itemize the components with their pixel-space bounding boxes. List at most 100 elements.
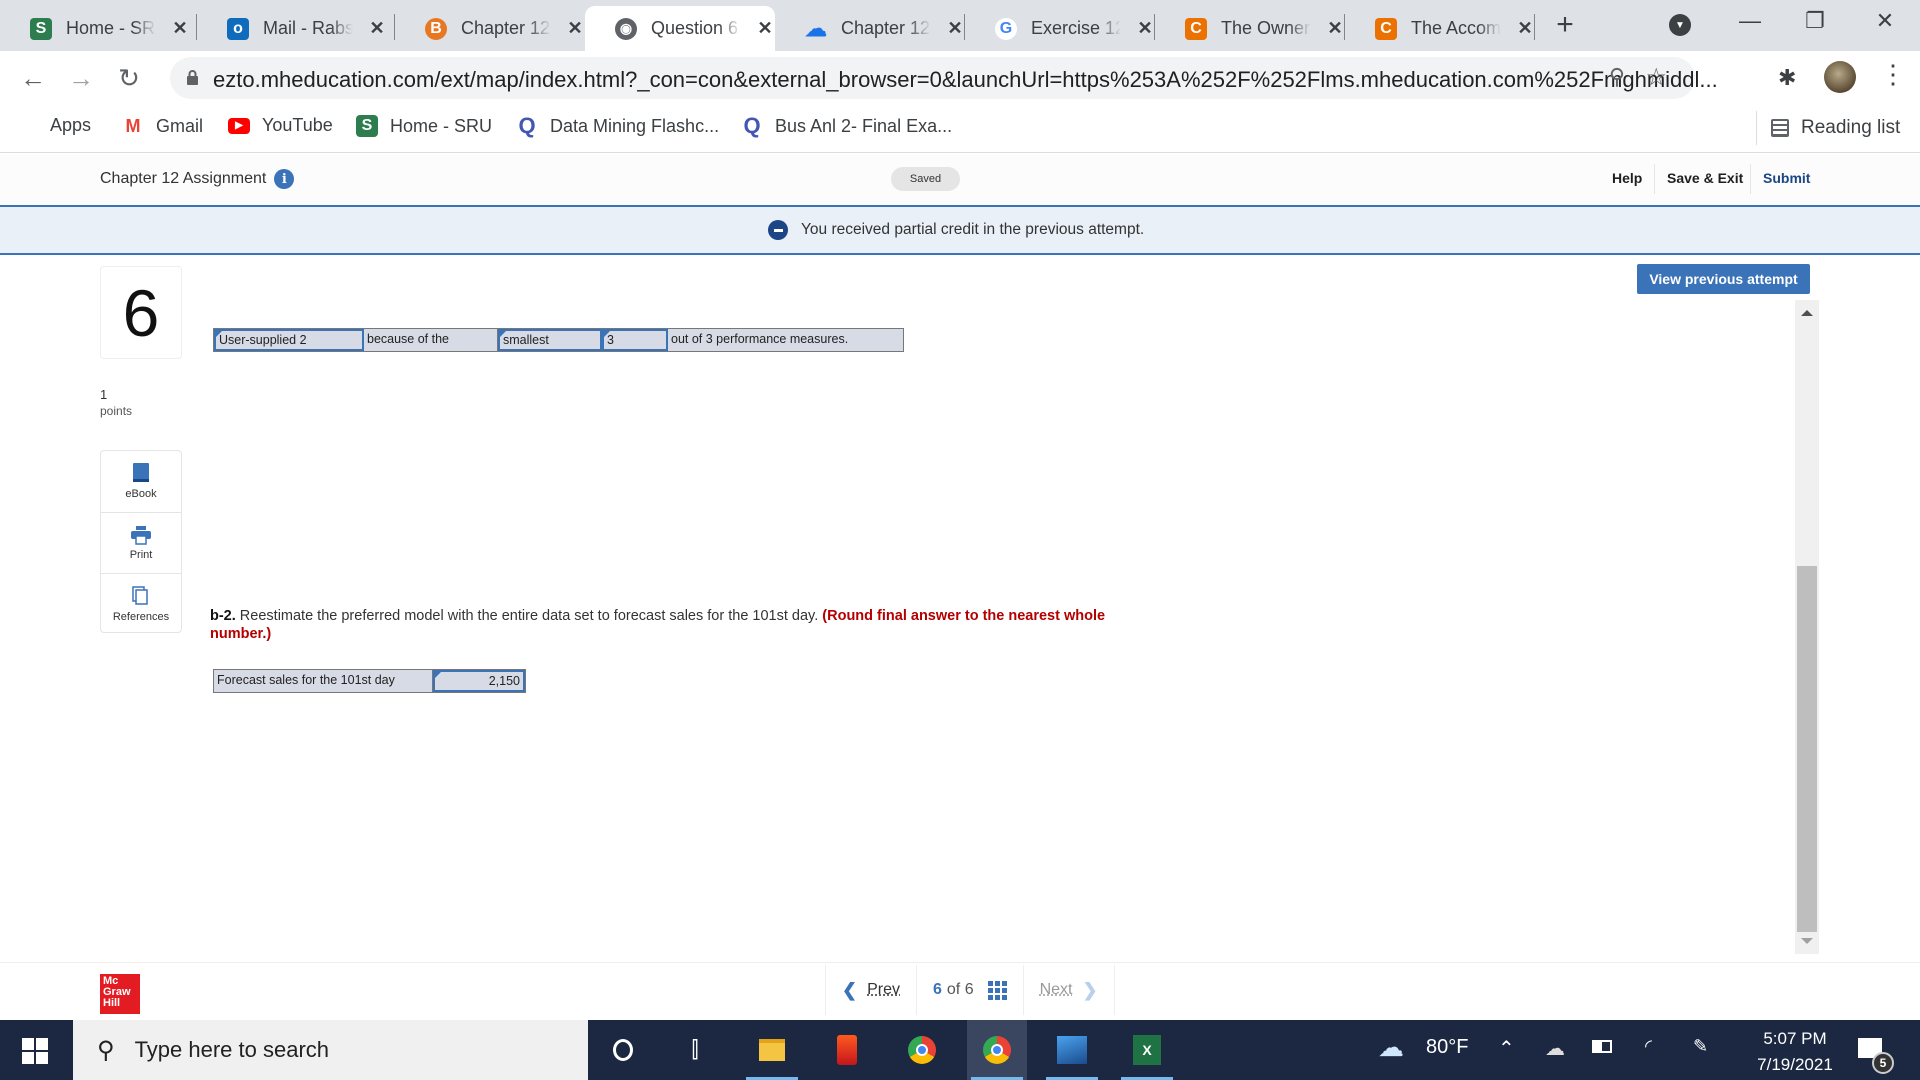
scrollbar-thumb[interactable] [1797, 566, 1817, 932]
taskbar-file-explorer[interactable] [742, 1020, 802, 1080]
chegg-icon: C [1375, 17, 1397, 40]
tab-chapter-12-blackboard[interactable]: B Chapter 12 / ✕ [395, 6, 585, 51]
minimize-button[interactable]: — [1725, 8, 1775, 34]
weather-temperature[interactable]: 80°F [1426, 1036, 1468, 1059]
partial-credit-banner: You received partial credit in the previ… [0, 207, 1920, 255]
windows-start-button[interactable] [22, 1038, 48, 1064]
close-tab-icon[interactable]: ✕ [565, 18, 585, 39]
restore-button[interactable]: ❐ [1790, 8, 1840, 34]
bookmark-apps[interactable]: Apps [22, 115, 91, 136]
taskbar-office[interactable] [817, 1020, 877, 1080]
bookmark-bus-anl[interactable]: Q Bus Anl 2- Final Exa... [741, 113, 952, 138]
task-view-button[interactable]: ⫿ [665, 1020, 725, 1080]
weather-cloud-icon[interactable]: ☁ [1378, 1032, 1404, 1063]
scroll-up-arrow-icon[interactable] [1801, 310, 1813, 316]
show-hidden-icons-chevron[interactable]: ⌃ [1498, 1036, 1515, 1061]
profile-avatar[interactable] [1824, 61, 1856, 93]
taskbar-excel[interactable]: X [1117, 1020, 1177, 1080]
wifi-icon[interactable]: ◜ [1645, 1036, 1652, 1057]
taskbar-photos[interactable] [1042, 1020, 1102, 1080]
bookmark-data-mining[interactable]: Q Data Mining Flashc... [516, 113, 719, 138]
cortana-button[interactable] [593, 1020, 653, 1080]
tab-the-owner[interactable]: C The Owner ✕ [1155, 6, 1345, 51]
bookmark-star-icon[interactable]: ☆ [1645, 63, 1667, 92]
info-icon[interactable]: i [274, 169, 295, 189]
tab-chapter-12-onedrive[interactable]: ☁ Chapter 12 ✕ [775, 6, 965, 51]
printer-icon [131, 525, 151, 545]
office-icon [837, 1035, 857, 1065]
gmail-icon: M [125, 115, 141, 136]
submit-link[interactable]: Submit [1763, 170, 1810, 186]
chevron-right-icon: ❯ [1082, 979, 1098, 1000]
tab-mail[interactable]: o Mail - Rabson ✕ [197, 6, 395, 51]
chegg-icon: C [1185, 17, 1207, 40]
youtube-icon: ▶ [228, 117, 250, 134]
preferred-model-dropdown[interactable]: User-supplied 2 [214, 329, 364, 351]
reading-list-icon [1771, 119, 1789, 137]
next-button[interactable]: Next ❯ [1024, 965, 1114, 1015]
more-menu-icon[interactable]: ⋮ [1880, 59, 1906, 90]
sru-icon: S [30, 17, 52, 40]
taskbar-search-box[interactable]: ⚲ Type here to search [73, 1020, 588, 1080]
assignment-title: Chapter 12 Assignment i [100, 169, 295, 189]
onedrive-tray-icon[interactable]: ☁ [1545, 1036, 1565, 1061]
quizlet-icon: Q [518, 113, 536, 138]
browser-tab-strip: S Home - SRU ✕ o Mail - Rabson ✕ B Chapt… [0, 0, 1920, 51]
reload-button[interactable]: ↻ [114, 63, 144, 94]
close-tab-icon[interactable]: ✕ [945, 18, 965, 39]
assignment-header: Chapter 12 Assignment i Saved Help Save … [0, 154, 1920, 207]
back-button[interactable]: ← [18, 63, 48, 94]
forward-button[interactable]: → [66, 63, 96, 94]
tab-home-sru[interactable]: S Home - SRU ✕ [0, 6, 197, 51]
tab-the-accomp[interactable]: C The Accomp ✕ [1345, 6, 1535, 51]
bookmark-youtube[interactable]: ▶ YouTube [228, 115, 333, 136]
battery-icon[interactable] [1592, 1040, 1612, 1053]
save-exit-link[interactable]: Save & Exit [1667, 170, 1743, 186]
forecast-input[interactable]: 2,150 [433, 670, 525, 692]
question-grid-icon[interactable] [987, 980, 1007, 1000]
pen-icon[interactable]: ✎ [1693, 1036, 1708, 1057]
close-tab-icon[interactable]: ✕ [170, 18, 190, 39]
prev-button[interactable]: ❮ Prev [826, 965, 916, 1015]
zoom-icon[interactable]: ⚲ [1609, 64, 1625, 90]
divider [1750, 164, 1751, 194]
chrome-icon [983, 1036, 1011, 1064]
references-button[interactable]: References [101, 573, 181, 633]
question-number: 6 [100, 266, 182, 359]
close-tab-icon[interactable]: ✕ [755, 18, 775, 39]
new-tab-button[interactable]: + [1550, 8, 1580, 42]
mcgraw-hill-logo: Mc Graw Hill [100, 974, 140, 1014]
lock-icon [187, 70, 198, 85]
count-input[interactable]: 3 [602, 329, 668, 351]
close-tab-icon[interactable]: ✕ [1325, 18, 1345, 39]
address-bar[interactable]: ezto.mheducation.com/ext/map/index.html?… [170, 57, 1718, 99]
close-tab-icon[interactable]: ✕ [1515, 18, 1535, 39]
page-indicator[interactable]: 6 of 6 [916, 965, 1024, 1015]
print-button[interactable]: Print [101, 512, 181, 572]
bookmark-home-sru[interactable]: S Home - SRU [356, 115, 492, 137]
ebook-button[interactable]: eBook [101, 451, 181, 511]
extensions-icon[interactable]: ✱ [1778, 65, 1796, 91]
excel-icon: X [1133, 1035, 1161, 1065]
close-window-button[interactable]: ✕ [1860, 8, 1910, 34]
book-icon [133, 463, 149, 482]
help-link[interactable]: Help [1612, 170, 1642, 186]
photos-icon [1057, 1036, 1087, 1064]
tab-search-icon[interactable]: ▼ [1669, 14, 1691, 36]
taskbar-chrome-active[interactable] [967, 1020, 1027, 1080]
scroll-down-arrow-icon[interactable] [1801, 938, 1813, 944]
taskbar-chrome[interactable] [892, 1020, 952, 1080]
reading-list-button[interactable]: Reading list [1756, 111, 1900, 145]
close-tab-icon[interactable]: ✕ [367, 18, 387, 39]
blackboard-icon: B [425, 17, 447, 40]
taskbar-clock[interactable]: 5:07 PM 7/19/2021 [1745, 1026, 1845, 1078]
view-previous-attempt-button[interactable]: View previous attempt [1637, 264, 1810, 294]
forecast-row: Forecast sales for the 101st day 2,150 [213, 669, 526, 693]
close-tab-icon[interactable]: ✕ [1135, 18, 1155, 39]
bookmark-gmail[interactable]: M Gmail [122, 115, 204, 137]
content-scrollbar[interactable] [1795, 300, 1819, 954]
measure-dropdown[interactable]: smallest [498, 329, 602, 351]
url-text[interactable]: ezto.mheducation.com/ext/map/index.html?… [213, 67, 1718, 93]
tab-question-6[interactable]: ◉ Question 6 - ✕ [585, 6, 775, 51]
tab-exercise-12[interactable]: G Exercise 12- ✕ [965, 6, 1155, 51]
